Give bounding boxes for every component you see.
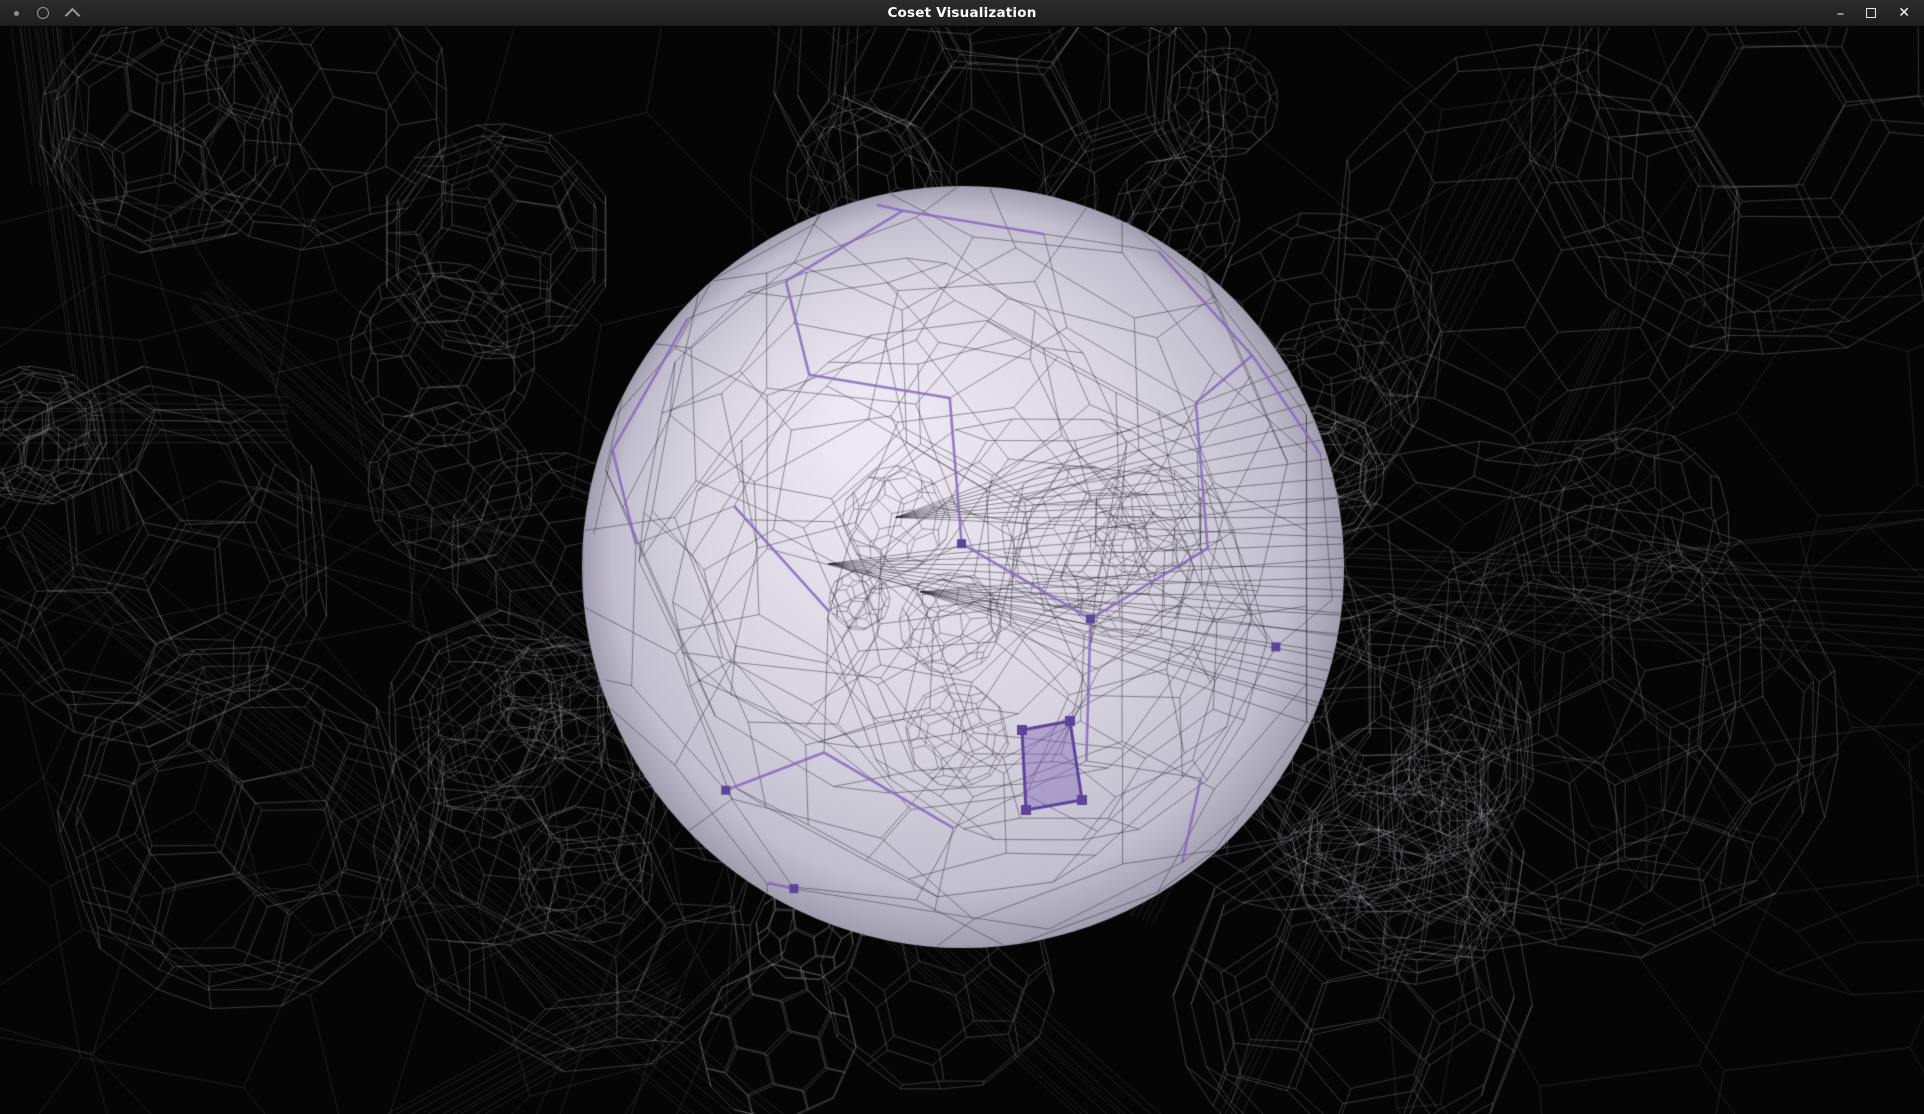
minimize-button[interactable]: – — [1837, 0, 1845, 27]
app-window: Coset Visualization – ✕ — [0, 0, 1924, 1114]
chevron-up-icon[interactable] — [65, 7, 81, 23]
close-button[interactable]: ✕ — [1898, 0, 1910, 27]
titlebar[interactable]: Coset Visualization – ✕ — [0, 0, 1924, 27]
visualization-canvas[interactable] — [0, 27, 1924, 1114]
circle-icon[interactable] — [37, 7, 49, 19]
status-dot-icon — [14, 11, 19, 16]
window-title: Coset Visualization — [0, 5, 1924, 21]
window-controls: – ✕ — [1837, 0, 1910, 27]
viewport — [0, 27, 1924, 1114]
titlebar-left-icons — [14, 7, 78, 19]
maximize-button[interactable] — [1866, 8, 1876, 18]
